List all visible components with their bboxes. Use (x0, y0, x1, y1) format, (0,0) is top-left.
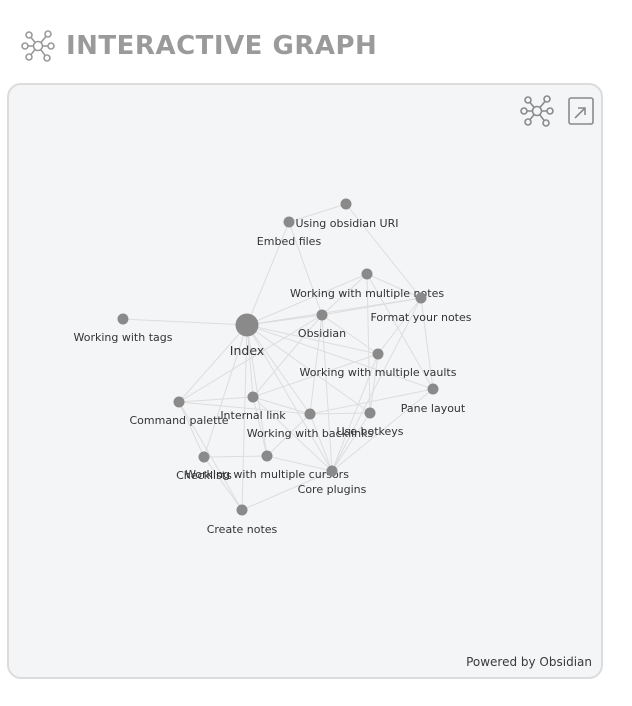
graph-view-button[interactable] (519, 93, 555, 129)
graph-network-icon (520, 95, 554, 127)
graph-node-label: Core plugins (298, 483, 367, 496)
graph-node-dot[interactable] (198, 451, 210, 463)
page-title: INTERACTIVE GRAPH (66, 31, 378, 61)
graph-node-dot[interactable] (236, 504, 248, 516)
graph-node-label: Format your notes (370, 311, 471, 324)
graph-node-label: Embed files (257, 235, 322, 248)
graph-node-hotkeys[interactable]: Use hotkeys (336, 407, 404, 439)
graph-node-uri[interactable]: Using obsidian URI (283, 216, 399, 231)
graph-node-label: Obsidian (298, 327, 346, 340)
graph-edge-cmd-internal (178, 396, 254, 403)
graph-node-dot[interactable] (316, 309, 328, 321)
graph-edge-index-tags (122, 318, 248, 326)
graph-node-pane[interactable]: Pane layout (401, 383, 466, 416)
graph-node-label: Internal link (220, 409, 286, 422)
graph-node-dot[interactable] (283, 216, 295, 228)
page-header: INTERACTIVE GRAPH (20, 28, 377, 64)
graph-node-label: Working with multiple vaults (300, 366, 457, 379)
graph-node-cmd[interactable]: Command palette (130, 396, 229, 428)
graph-node-label: Working with tags (74, 331, 173, 344)
graph-node-dot[interactable] (372, 348, 384, 360)
graph-node-dot[interactable] (173, 396, 185, 408)
graph-node-dot[interactable] (304, 408, 316, 420)
graph-node-dot[interactable] (415, 292, 427, 304)
graph-node-label: Use hotkeys (336, 425, 403, 438)
graph-panel: Using obsidian URI Embed files Working wit… (7, 83, 603, 679)
graph-node-create[interactable]: Create notes (207, 504, 278, 537)
graph-node-label: Create notes (207, 523, 278, 536)
graph-node-label: Pane layout (401, 402, 466, 415)
graph-node-top[interactable] (340, 198, 352, 210)
graph-node-dot[interactable] (427, 383, 439, 395)
graph-node-label: Command palette (130, 414, 229, 427)
graph-node-dot[interactable] (261, 450, 273, 462)
graph-node-checklists[interactable]: Checklists (176, 451, 232, 483)
graph-edge-checklists-create (203, 456, 243, 511)
graph-network-icon (20, 28, 56, 64)
open-external-icon (568, 97, 594, 125)
graph-node-label: Index (230, 343, 264, 358)
powered-by-text: Powered by Obsidian (466, 655, 592, 669)
graph-node-embed[interactable]: Embed files (257, 235, 322, 248)
graph-edge-index-cmd (178, 324, 248, 403)
graph-node-dot[interactable] (247, 391, 259, 403)
graph-node-dot[interactable] (326, 465, 338, 477)
graph-node-label: Checklists (176, 469, 232, 482)
graph-edge-cmd-checklists (178, 401, 205, 458)
graph-node-dot[interactable] (340, 198, 352, 210)
graph-edge-format-vaults (377, 297, 422, 355)
graph-node-vaults[interactable]: Working with multiple vaults (300, 348, 457, 380)
graph-edge-cursors-checklists (203, 455, 268, 458)
open-graph-button[interactable] (563, 93, 599, 129)
graph-canvas[interactable]: Using obsidian URI Embed files Working wit… (9, 85, 601, 677)
graph-node-tags[interactable]: Working with tags (74, 313, 173, 345)
graph-node-dot[interactable] (364, 407, 376, 419)
graph-node-dot[interactable] (235, 313, 259, 337)
graph-node-dot[interactable] (117, 313, 129, 325)
graph-node-dot[interactable] (361, 268, 373, 280)
graph-node-label: Using obsidian URI (296, 217, 399, 230)
